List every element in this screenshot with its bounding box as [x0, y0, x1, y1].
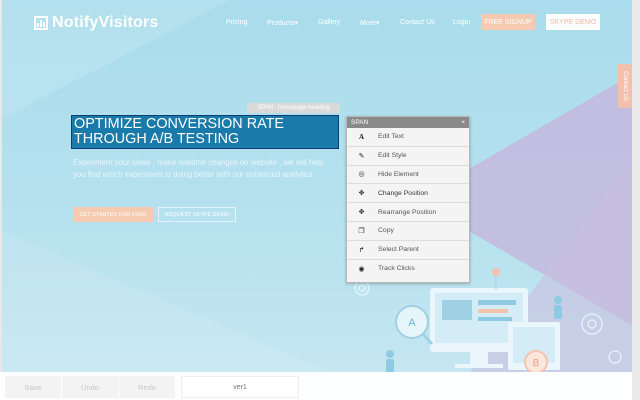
request-skype-demo-button[interactable]: REQUEST SKYPE DEMO [158, 207, 236, 222]
context-menu-header: SPAN × [347, 117, 469, 128]
get-started-button[interactable]: GET STARTED FOR FREE [73, 207, 153, 222]
free-signup-button[interactable]: FREE SIGNUP [481, 14, 535, 30]
element-tag-label: SPAN . homepage-heading [247, 103, 340, 113]
menu-item-copy[interactable]: ❐ Copy [347, 222, 469, 241]
nav-products[interactable]: Products▾ [267, 19, 298, 27]
nav-pricing[interactable]: Pricing [226, 19, 247, 26]
hero-subtext[interactable]: Experiment your ideas , make realtime ch… [73, 157, 333, 181]
menu-item-rearrange-position[interactable]: ✥ Rearrange Position [347, 203, 469, 222]
skype-demo-button[interactable]: SKYPE DEMO [546, 14, 600, 30]
move-icon: ✥ [358, 190, 365, 198]
contact-us-tab[interactable]: Contact Us [618, 64, 632, 108]
target-icon: ◉ [358, 265, 365, 273]
logo-text: NotifyVisitors [52, 14, 159, 31]
brush-icon: ✎ [358, 152, 365, 160]
nav-gallery[interactable]: Gallery [318, 19, 340, 26]
redo-button[interactable]: Redo [119, 376, 175, 398]
context-menu-title: SPAN [351, 119, 369, 126]
text-a-icon: A [358, 132, 365, 141]
eye-slash-icon: ◎ [358, 171, 365, 179]
scrollbar[interactable] [632, 0, 640, 400]
save-button[interactable]: Save [5, 376, 61, 398]
element-context-menu: SPAN × A Edit Text ✎ Edit Style ◎ Hide E… [346, 116, 470, 283]
menu-item-edit-style[interactable]: ✎ Edit Style [347, 147, 469, 166]
svg-text:B: B [533, 358, 540, 369]
close-icon[interactable]: × [461, 119, 465, 126]
nav-contact-us[interactable]: Contact Us [400, 19, 435, 26]
undo-button[interactable]: Undo [62, 376, 118, 398]
left-edge [0, 0, 2, 400]
menu-item-change-position[interactable]: ✥ Change Position [347, 184, 469, 204]
nav-more[interactable]: More▾ [360, 19, 379, 27]
nav-login[interactable]: Login [453, 19, 470, 26]
selected-headline[interactable]: OPTIMIZE CONVERSION RATE THROUGH A/B TES… [71, 115, 339, 149]
logo[interactable]: NotifyVisitors [34, 14, 159, 32]
variation-name-field[interactable]: ver1 [181, 376, 299, 398]
svg-text:A: A [408, 317, 416, 329]
logo-bars-icon [34, 16, 48, 30]
menu-item-hide-element[interactable]: ◎ Hide Element [347, 166, 469, 185]
copy-icon: ❐ [358, 227, 365, 235]
webpage-canvas: NotifyVisitors Pricing Products▾ Gallery… [0, 0, 640, 400]
menu-item-select-parent[interactable]: ↱ Select Parent [347, 241, 469, 260]
parent-arrow-icon: ↱ [358, 246, 365, 254]
menu-item-track-clicks[interactable]: ◉ Track Clicks [347, 260, 469, 279]
arrange-icon: ✥ [358, 209, 365, 217]
menu-item-edit-text[interactable]: A Edit Text [347, 128, 469, 147]
